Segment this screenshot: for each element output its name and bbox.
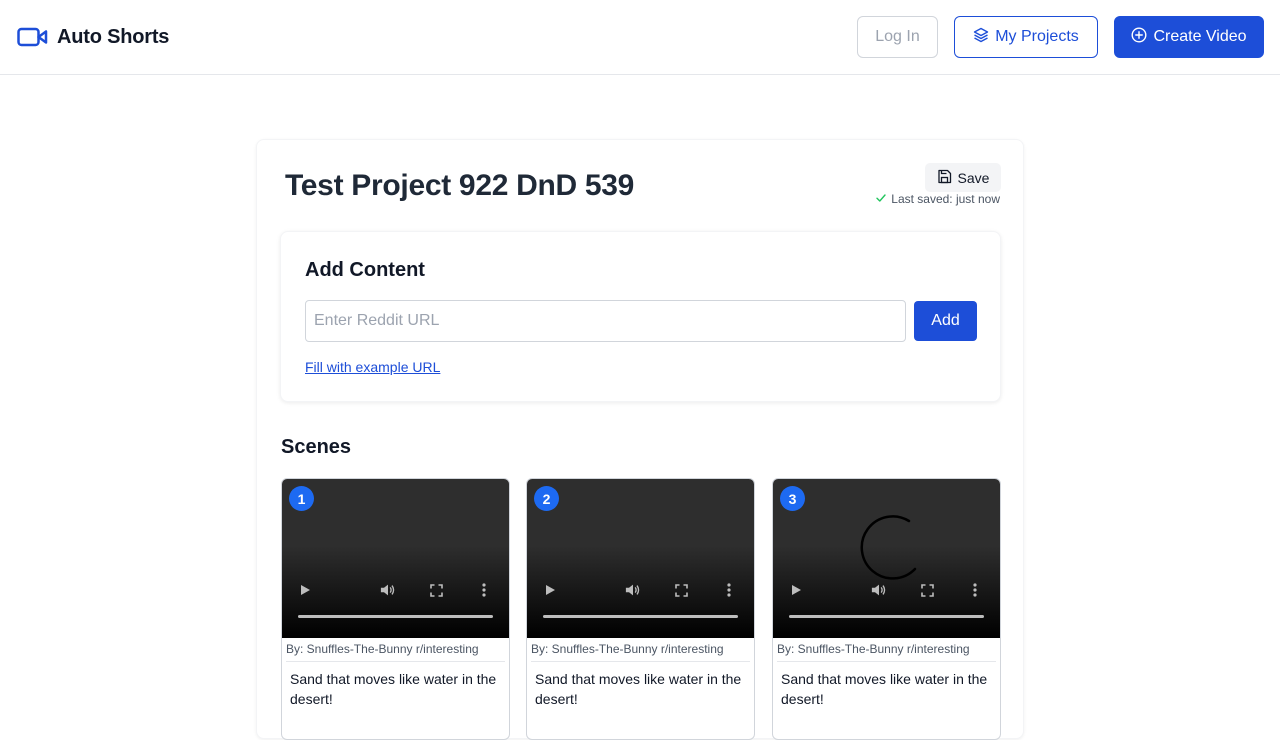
volume-icon[interactable]	[625, 582, 641, 598]
create-video-label: Create Video	[1153, 28, 1247, 45]
volume-icon[interactable]	[380, 582, 396, 598]
login-button[interactable]: Log In	[857, 16, 938, 58]
fullscreen-icon[interactable]	[673, 582, 689, 598]
fullscreen-icon[interactable]	[428, 582, 444, 598]
layers-icon	[973, 27, 989, 48]
play-icon[interactable]	[542, 582, 558, 598]
more-options-icon[interactable]	[967, 582, 983, 598]
scene-number-badge: 2	[534, 486, 559, 511]
reddit-url-input[interactable]	[305, 300, 906, 342]
brand-name: Auto Shorts	[57, 25, 170, 48]
project-editor-card: Test Project 922 DnD 539 Save Last saved…	[256, 139, 1024, 740]
video-progress-bar[interactable]	[789, 615, 984, 618]
video-progress-bar[interactable]	[543, 615, 738, 618]
my-projects-button[interactable]: My Projects	[954, 16, 1098, 58]
brand[interactable]: Auto Shorts	[17, 23, 169, 51]
scene-card[interactable]: 3 By: Snuffles-The-Bunny r/interesting S…	[772, 478, 1001, 740]
add-content-panel: Add Content Add Fill with example URL	[280, 231, 1001, 402]
last-saved-status: Last saved: just now	[876, 192, 1000, 206]
fullscreen-icon[interactable]	[919, 582, 935, 598]
loading-spinner-icon	[860, 515, 917, 580]
scene-video-player[interactable]: 3	[773, 479, 1000, 638]
add-button[interactable]: Add	[914, 301, 977, 341]
play-icon[interactable]	[297, 582, 313, 598]
video-camera-icon	[17, 23, 48, 51]
scene-byline: By: Snuffles-The-Bunny r/interesting	[531, 642, 750, 662]
project-title: Test Project 922 DnD 539	[285, 169, 635, 202]
scene-video-player[interactable]: 2	[527, 479, 754, 638]
scene-caption: Sand that moves like water in the desert…	[290, 671, 497, 707]
scene-card[interactable]: 2 By: Snuffles-The-Bunny r/interesting S…	[526, 478, 755, 740]
floppy-disk-icon	[937, 169, 952, 187]
volume-icon[interactable]	[871, 582, 887, 598]
save-button[interactable]: Save	[925, 163, 1001, 192]
scene-number-badge: 1	[289, 486, 314, 511]
top-nav: Auto Shorts Log In My Projects Create Vi…	[0, 0, 1280, 75]
more-options-icon[interactable]	[721, 582, 737, 598]
login-button-label: Log In	[875, 28, 920, 45]
plus-circle-icon	[1131, 26, 1147, 48]
add-button-label: Add	[931, 312, 960, 329]
create-video-button[interactable]: Create Video	[1114, 16, 1264, 58]
save-button-label: Save	[957, 169, 990, 186]
fill-example-url-link[interactable]: Fill with example URL	[305, 359, 440, 375]
scene-caption: Sand that moves like water in the desert…	[535, 671, 742, 707]
scenes-heading: Scenes	[281, 436, 352, 458]
more-options-icon[interactable]	[476, 582, 492, 598]
project-title-field[interactable]: Test Project 922 DnD 539	[285, 167, 647, 207]
last-saved-text: Last saved: just now	[891, 192, 1000, 206]
scene-card[interactable]: 1 By: Snuffles-The-Bunny r/interesting S…	[281, 478, 510, 740]
scene-number-badge: 3	[780, 486, 805, 511]
check-icon	[876, 192, 886, 206]
add-content-heading: Add Content	[305, 259, 425, 281]
scene-byline: By: Snuffles-The-Bunny r/interesting	[777, 642, 996, 662]
scene-caption: Sand that moves like water in the desert…	[781, 671, 988, 707]
video-progress-bar[interactable]	[298, 615, 493, 618]
my-projects-label: My Projects	[995, 28, 1079, 45]
play-icon[interactable]	[788, 582, 804, 598]
scene-byline: By: Snuffles-The-Bunny r/interesting	[286, 642, 505, 662]
scene-video-player[interactable]: 1	[282, 479, 509, 638]
